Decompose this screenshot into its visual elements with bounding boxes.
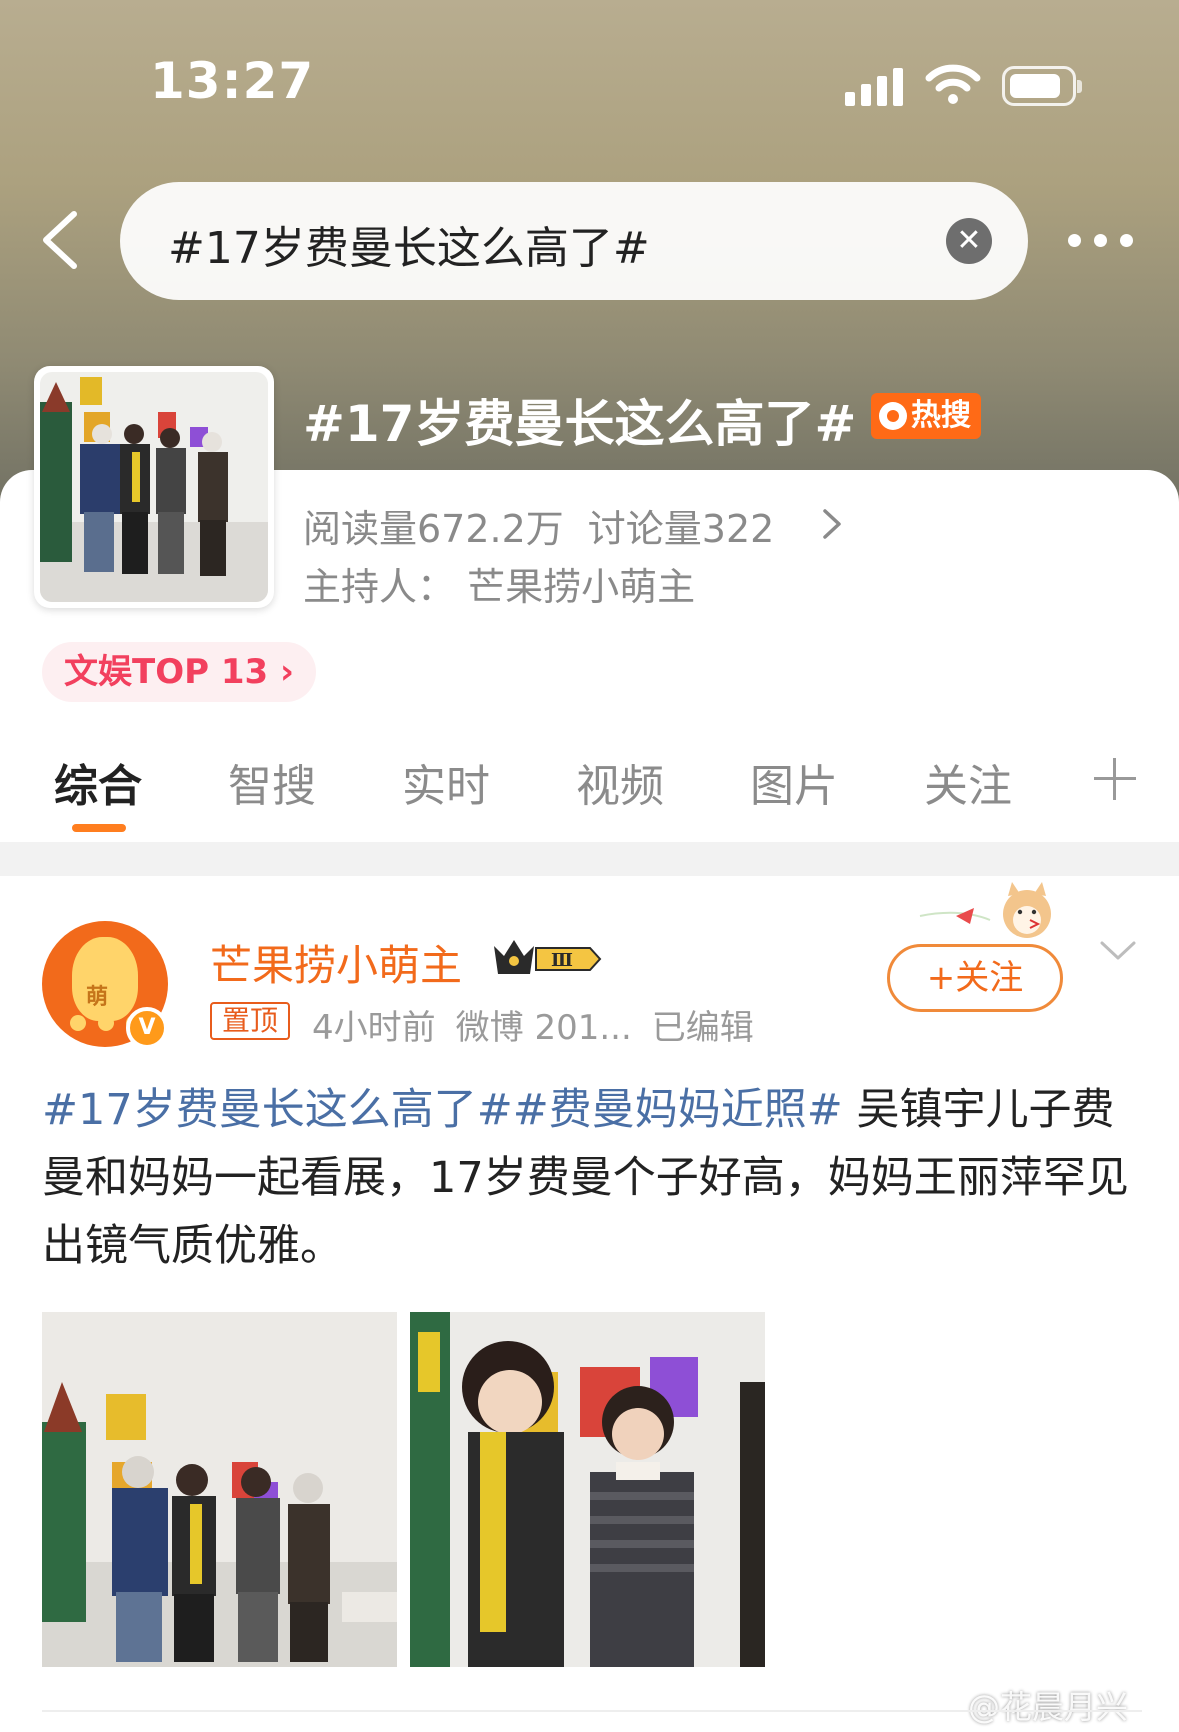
post-time: 4小时前	[312, 1008, 436, 1048]
tab-bar: 综合 智搜 实时 视频 图片 关注	[0, 750, 1179, 842]
cellular-signal-icon	[845, 66, 907, 106]
avatar-mango-graphic: 萌	[72, 937, 138, 1021]
hashtag-link[interactable]: #费曼妈妈近照#	[513, 1085, 843, 1135]
rank-badge[interactable]: 文娱TOP 13 ›	[42, 642, 317, 702]
rank-label: 文娱TOP 13	[64, 652, 269, 692]
active-tab-indicator	[72, 824, 126, 832]
tab-realtime[interactable]: 实时	[402, 750, 490, 814]
topic-photo	[40, 372, 268, 602]
pinned-badge: 置顶	[210, 1002, 291, 1040]
status-time: 13:27	[150, 52, 315, 110]
wifi-icon	[925, 64, 981, 104]
crown-level-icon: Ⅲ	[494, 940, 602, 974]
tab-following[interactable]: 关注	[924, 750, 1012, 814]
more-options-icon[interactable]	[1068, 225, 1136, 255]
rank-chevron-icon: ›	[280, 652, 295, 692]
discussion-count: 讨论量322	[587, 507, 775, 551]
chevron-right-icon[interactable]	[820, 506, 844, 542]
battery-icon	[1002, 66, 1082, 106]
hot-flame-icon	[879, 402, 907, 430]
post-meta: 4小时前 微博 201... 已编辑	[312, 1000, 754, 1049]
topic-thumbnail[interactable]	[34, 366, 274, 608]
hashtag-link[interactable]: #17岁费曼长这么高了#	[42, 1085, 513, 1135]
tab-smart-search[interactable]: 智搜	[228, 750, 316, 814]
post-body: #17岁费曼长这么高了##费曼妈妈近照# 吴镇宇儿子费曼和妈妈一起看展，17岁费…	[42, 1076, 1142, 1280]
watermark: @花晨月兴	[968, 1688, 1129, 1726]
hot-search-badge: 热搜	[871, 393, 981, 439]
tab-comprehensive[interactable]: 综合	[54, 750, 142, 814]
add-tab-icon[interactable]	[1094, 758, 1136, 800]
post-image-1[interactable]	[42, 1312, 397, 1667]
topic-host: 主持人： 芒果捞小萌主	[303, 565, 696, 609]
back-arrow-icon[interactable]	[36, 208, 86, 272]
hot-badge-label: 热搜	[911, 398, 971, 433]
search-query: #17岁费曼长这么高了#	[168, 223, 650, 274]
topic-stats[interactable]: 阅读量672.2万 讨论量322	[303, 498, 774, 553]
read-count: 阅读量672.2万	[303, 507, 564, 551]
chevron-down-icon[interactable]	[1098, 938, 1138, 964]
clear-search-icon[interactable]: ✕	[946, 218, 992, 264]
post-source: 微博 201...	[455, 1008, 632, 1048]
section-divider	[0, 842, 1179, 876]
post-author-name[interactable]: 芒果捞小萌主	[210, 932, 462, 993]
follow-button[interactable]: +关注	[887, 944, 1063, 1012]
post-edited: 已编辑	[651, 1008, 754, 1048]
post-divider	[42, 1710, 1142, 1712]
search-input[interactable]: #17岁费曼长这么高了# ✕	[120, 182, 1028, 300]
topic-title: #17岁费曼长这么高了#	[303, 395, 857, 453]
avatar-glyph: 萌	[86, 985, 109, 1010]
tab-video[interactable]: 视频	[576, 750, 664, 814]
post-image-2[interactable]	[410, 1312, 765, 1667]
verified-badge-icon: V	[126, 1007, 168, 1049]
crown-level-label: Ⅲ	[551, 950, 573, 971]
tab-images[interactable]: 图片	[750, 750, 838, 814]
